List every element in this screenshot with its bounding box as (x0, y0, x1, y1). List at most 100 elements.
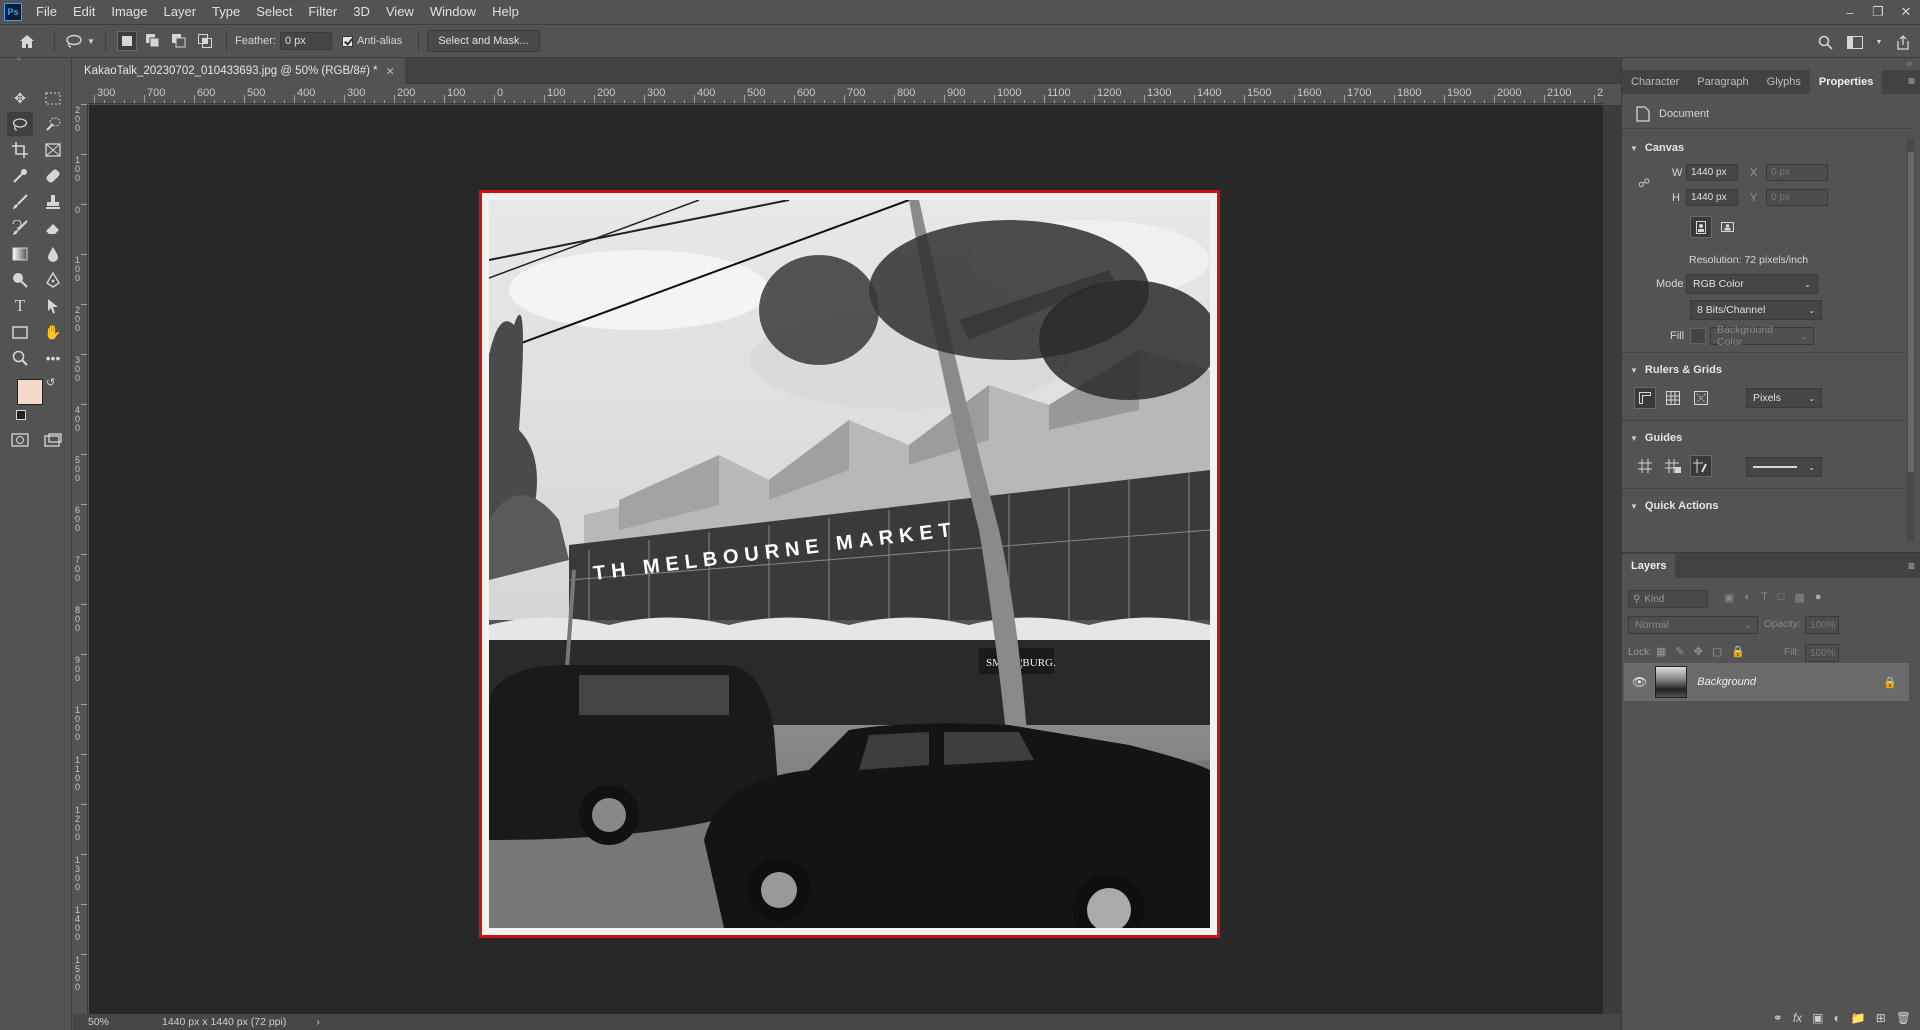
vertical-scrollbar[interactable] (1603, 105, 1621, 1015)
workspace-icon[interactable] (1844, 31, 1866, 53)
close-tab-icon[interactable]: ✕ (386, 65, 395, 78)
menu-select[interactable]: Select (248, 0, 300, 24)
document-image[interactable]: TH MELBOURNE MARKET SMITH¦BURG. (489, 200, 1210, 928)
menu-filter[interactable]: Filter (300, 0, 345, 24)
new-group-icon[interactable]: 📁 (1851, 1011, 1866, 1025)
more-tools-icon[interactable]: ••• (40, 346, 66, 370)
canvas-section[interactable]: ▼ Canvas (1630, 142, 1684, 154)
fill-select[interactable]: Background Color ⌄ (1710, 324, 1814, 348)
y-input[interactable]: 0 px (1766, 189, 1828, 206)
default-colors-icon[interactable] (16, 410, 26, 420)
horizontal-ruler[interactable]: 300 700 600 500 400 300 200 100 0 100 200 300 400 500… (88, 85, 1604, 104)
x-input[interactable]: 0 px (1766, 164, 1828, 181)
ruler-origin[interactable] (73, 85, 88, 104)
pen-tool-icon[interactable] (40, 268, 66, 292)
lock-guides-icon[interactable] (1662, 455, 1684, 477)
add-mask-icon[interactable]: ▣ (1812, 1011, 1823, 1025)
history-brush-tool-icon[interactable] (7, 216, 33, 240)
share-icon[interactable] (1892, 31, 1914, 53)
lock-all-icon[interactable]: 🔒 (1731, 645, 1745, 658)
gradient-tool-icon[interactable] (7, 242, 33, 266)
panel-menu-icon[interactable]: ≡ (1908, 559, 1915, 573)
collapse-icon[interactable]: « (6, 52, 32, 64)
quick-selection-tool-icon[interactable] (40, 112, 66, 136)
chevron-right-icon[interactable]: › (316, 1016, 320, 1028)
menu-layer[interactable]: Layer (156, 0, 205, 24)
adjustment-layer-icon[interactable]: ◐ (1834, 1011, 1841, 1025)
menu-image[interactable]: Image (103, 0, 155, 24)
home-icon[interactable] (16, 30, 38, 52)
marquee-tool-icon[interactable] (40, 86, 66, 110)
link-icon[interactable]: ☍ (1638, 176, 1650, 190)
lock-position-icon[interactable]: ✥ (1694, 645, 1703, 658)
tab-character[interactable]: Character (1622, 70, 1688, 94)
layer-filter-select[interactable]: ⚲ Kind (1628, 590, 1708, 608)
tab-paragraph[interactable]: Paragraph (1688, 70, 1757, 94)
crop-tool-icon[interactable] (7, 138, 33, 162)
selection-outline[interactable]: TH MELBOURNE MARKET SMITH¦BURG. (479, 190, 1220, 938)
pixel-layer-filter-icon[interactable]: ▣ (1724, 591, 1734, 604)
ruler-toggle-icon[interactable] (1634, 387, 1656, 409)
portrait-orientation-icon[interactable] (1690, 216, 1712, 238)
add-to-selection-button[interactable] (143, 31, 163, 51)
subtract-from-selection-button[interactable] (169, 31, 189, 51)
lasso-tool-icon[interactable] (7, 112, 33, 136)
feather-input[interactable] (279, 32, 332, 50)
eye-icon[interactable]: 👁 (1632, 675, 1647, 689)
menu-view[interactable]: View (378, 0, 422, 24)
rulers-grids-section[interactable]: ▼ Rulers & Grids (1630, 364, 1722, 376)
search-icon[interactable] (1814, 31, 1836, 53)
zoom-level[interactable]: 50% (88, 1016, 148, 1028)
lock-transparent-pixels-icon[interactable]: ▦ (1656, 645, 1666, 658)
tab-properties[interactable]: Properties (1809, 70, 1883, 94)
lock-artboard-icon[interactable]: ▢ (1712, 645, 1722, 658)
screen-mode-icon[interactable] (40, 428, 66, 452)
healing-brush-tool-icon[interactable] (40, 164, 66, 188)
hand-tool-icon[interactable]: ✋ (40, 320, 66, 344)
new-selection-button[interactable] (117, 31, 137, 51)
eraser-tool-icon[interactable] (40, 216, 66, 240)
dodge-tool-icon[interactable] (7, 268, 33, 292)
menu-edit[interactable]: Edit (65, 0, 103, 24)
antialias-checkbox[interactable] (341, 35, 353, 47)
smart-guides-icon[interactable] (1690, 455, 1712, 477)
width-input[interactable]: 1440 px (1686, 164, 1738, 181)
height-input[interactable]: 1440 px (1686, 189, 1738, 206)
blend-mode-select[interactable]: Normal ⌄ (1628, 616, 1758, 634)
swap-colors-icon[interactable]: ↺ (46, 376, 55, 389)
filter-toggle-icon[interactable]: ● (1815, 591, 1822, 604)
type-tool-icon[interactable]: T (7, 294, 33, 318)
quick-mask-icon[interactable] (7, 428, 33, 452)
menu-window[interactable]: Window (422, 0, 484, 24)
adjustment-layer-filter-icon[interactable]: ◐ (1744, 591, 1751, 604)
fill-opacity-input[interactable]: 100% (1805, 644, 1839, 662)
brush-tool-icon[interactable] (7, 190, 33, 214)
type-layer-filter-icon[interactable]: T (1761, 591, 1768, 604)
lasso-tool-icon[interactable] (63, 30, 85, 52)
vertical-ruler[interactable]: 200 100 0 100 200 300 400 500 600 700 800 900 1000 11… (73, 104, 88, 1014)
minimize-icon[interactable]: – (1836, 0, 1864, 24)
menu-3d[interactable]: 3D (345, 0, 378, 24)
foreground-color-swatch[interactable] (17, 379, 43, 405)
expand-icon[interactable]: » (1907, 58, 1912, 68)
guides-visibility-icon[interactable] (1634, 455, 1656, 477)
mode-select[interactable]: RGB Color ⌄ (1686, 274, 1818, 294)
opacity-input[interactable]: 100% (1805, 616, 1839, 634)
guides-section[interactable]: ▼ Guides (1630, 432, 1682, 444)
restore-icon[interactable]: ❐ (1864, 0, 1892, 24)
panel-scrollbar[interactable] (1907, 138, 1915, 542)
layer-name[interactable]: Background (1697, 676, 1756, 688)
landscape-orientation-icon[interactable] (1716, 216, 1738, 238)
menu-file[interactable]: File (28, 0, 65, 24)
layer-style-icon[interactable]: fx (1793, 1011, 1802, 1025)
scrollbar-thumb[interactable] (1908, 152, 1914, 472)
clone-stamp-tool-icon[interactable] (40, 190, 66, 214)
shape-layer-filter-icon[interactable]: □ (1778, 591, 1785, 604)
blur-tool-icon[interactable] (40, 242, 66, 266)
pixel-grid-toggle-icon[interactable] (1690, 387, 1712, 409)
tab-glyphs[interactable]: Glyphs (1758, 70, 1810, 94)
new-layer-icon[interactable]: ⊞ (1876, 1011, 1886, 1025)
document-tab[interactable]: KakaoTalk_20230702_010433693.jpg @ 50% (… (73, 58, 405, 84)
fill-color-swatch[interactable] (1690, 328, 1706, 344)
menu-type[interactable]: Type (204, 0, 248, 24)
